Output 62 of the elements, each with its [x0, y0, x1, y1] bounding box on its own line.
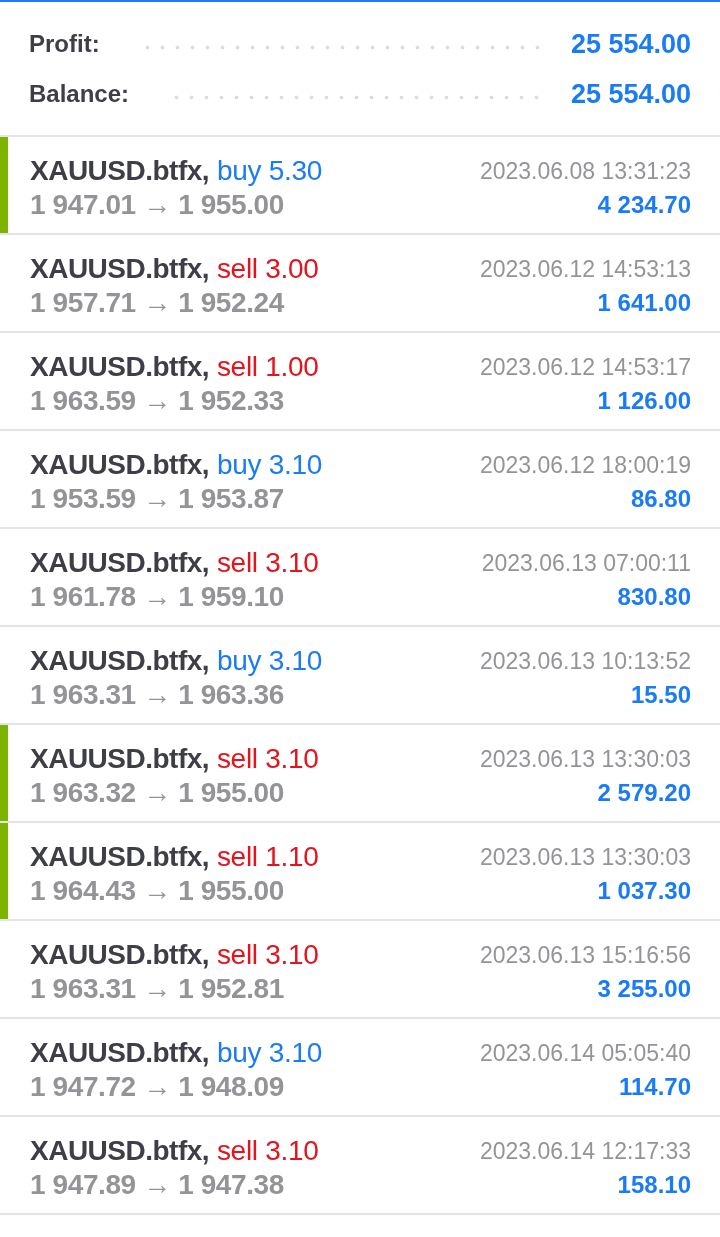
profit-value: 3 255.00 [597, 974, 691, 1004]
price-range: 1 964.43 → 1 955.00 [30, 874, 285, 908]
order-label: buy 3.10 [216, 645, 322, 676]
close-time: 2023.06.12 14:53:17 [479, 353, 691, 382]
price-range: 1 947.89 → 1 947.38 [30, 1168, 285, 1202]
profit-value: 2 579.20 [597, 778, 691, 808]
profit-value: 86.80 [630, 484, 691, 514]
profit-value: 158.10 [617, 1170, 691, 1200]
close-time: 2023.06.13 10:13:52 [479, 647, 691, 676]
order-label: sell 1.00 [216, 351, 319, 382]
close-time: 2023.06.12 18:00:19 [479, 451, 691, 480]
symbol-label: XAUUSD.btfx, [30, 645, 210, 676]
symbol-label: XAUUSD.btfx, [30, 155, 210, 186]
order-label: buy 5.30 [216, 155, 322, 186]
close-time: 2023.06.14 05:05:40 [479, 1039, 691, 1068]
profit-value: 114.70 [618, 1072, 691, 1102]
close-time: 2023.06.13 07:00:11 [481, 549, 691, 578]
price-range: 1 957.71 → 1 952.24 [30, 286, 286, 320]
order-label: sell 3.00 [216, 253, 319, 284]
profit-value: 1 037.30 [597, 876, 691, 906]
symbol-label: XAUUSD.btfx, [30, 547, 210, 578]
price-range: 1 961.78 → 1 959.10 [30, 580, 285, 614]
price-range: 1 953.59 → 1 953.87 [30, 482, 285, 516]
symbol-label: XAUUSD.btfx, [30, 351, 210, 382]
price-range: 1 963.59 → 1 952.33 [30, 384, 285, 418]
order-label: buy 3.10 [216, 1037, 322, 1068]
order-label: sell 3.10 [216, 1135, 319, 1166]
trade-row[interactable]: XAUUSD.btfx, sell 1.10 2023.06.13 13:30:03 1 964.43 → 1 955.00 1 037.30 [0, 823, 720, 921]
trade-row[interactable]: XAUUSD.btfx, buy 5.30 2023.06.08 13:31:23 1 947.01 → 1 955.00 4 234.70 [0, 137, 720, 235]
symbol-label: XAUUSD.btfx, [30, 841, 210, 872]
summary-value: 25 554.00 [570, 28, 691, 60]
profit-value: 1 126.00 [597, 386, 691, 416]
order-label: sell 3.10 [216, 939, 319, 970]
symbol-label: XAUUSD.btfx, [30, 449, 210, 480]
close-time: 2023.06.08 13:31:23 [479, 157, 691, 186]
close-time: 2023.06.13 13:30:03 [479, 745, 691, 774]
close-time: 2023.06.13 13:30:03 [479, 843, 691, 872]
trade-row[interactable]: XAUUSD.btfx, sell 3.10 2023.06.13 13:30:03 1 963.32 → 1 955.00 2 579.20 [0, 725, 720, 823]
close-time: 2023.06.12 14:53:13 [479, 255, 691, 284]
order-label: sell 3.10 [216, 547, 319, 578]
summary-label: Balance: [29, 80, 130, 108]
profit-value: 1 641.00 [597, 288, 691, 318]
order-label: sell 3.10 [216, 743, 319, 774]
symbol-label: XAUUSD.btfx, [30, 743, 210, 774]
profit-value: 4 234.70 [597, 190, 691, 220]
price-range: 1 947.72 → 1 948.09 [30, 1070, 285, 1104]
price-range: 1 963.32 → 1 955.00 [30, 776, 285, 810]
price-range: 1 963.31 → 1 963.36 [30, 678, 285, 712]
profit-value: 15.50 [630, 680, 691, 710]
summary-label: Profit: [29, 30, 100, 58]
order-label: sell 1.10 [216, 841, 319, 872]
close-time: 2023.06.13 15:16:56 [479, 941, 691, 970]
order-label: buy 3.10 [216, 449, 322, 480]
symbol-label: XAUUSD.btfx, [30, 1135, 210, 1166]
price-range: 1 947.01 → 1 955.00 [30, 188, 285, 222]
symbol-label: XAUUSD.btfx, [30, 939, 210, 970]
symbol-label: XAUUSD.btfx, [30, 253, 210, 284]
price-range: 1 963.31 → 1 952.81 [30, 972, 285, 1006]
symbol-label: XAUUSD.btfx, [30, 1037, 210, 1068]
close-time: 2023.06.14 12:17:33 [479, 1137, 691, 1166]
profit-value: 830.80 [617, 582, 691, 612]
summary-value: 25 554.00 [570, 78, 691, 110]
